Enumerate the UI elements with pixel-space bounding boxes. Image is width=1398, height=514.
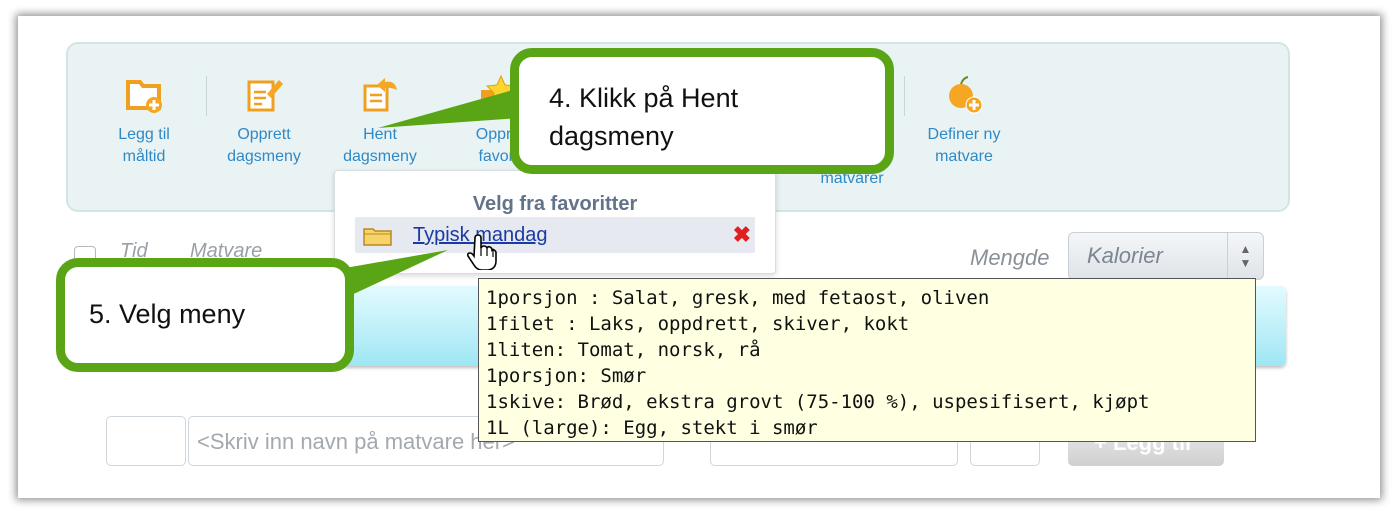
- callout-step-4: 4. Klikk på Hent dagsmeny: [510, 48, 894, 174]
- callout-5-pointer: [345, 250, 448, 298]
- callout-step-5: 5. Velg meny: [56, 258, 354, 372]
- callout-4-pointer: [378, 88, 520, 128]
